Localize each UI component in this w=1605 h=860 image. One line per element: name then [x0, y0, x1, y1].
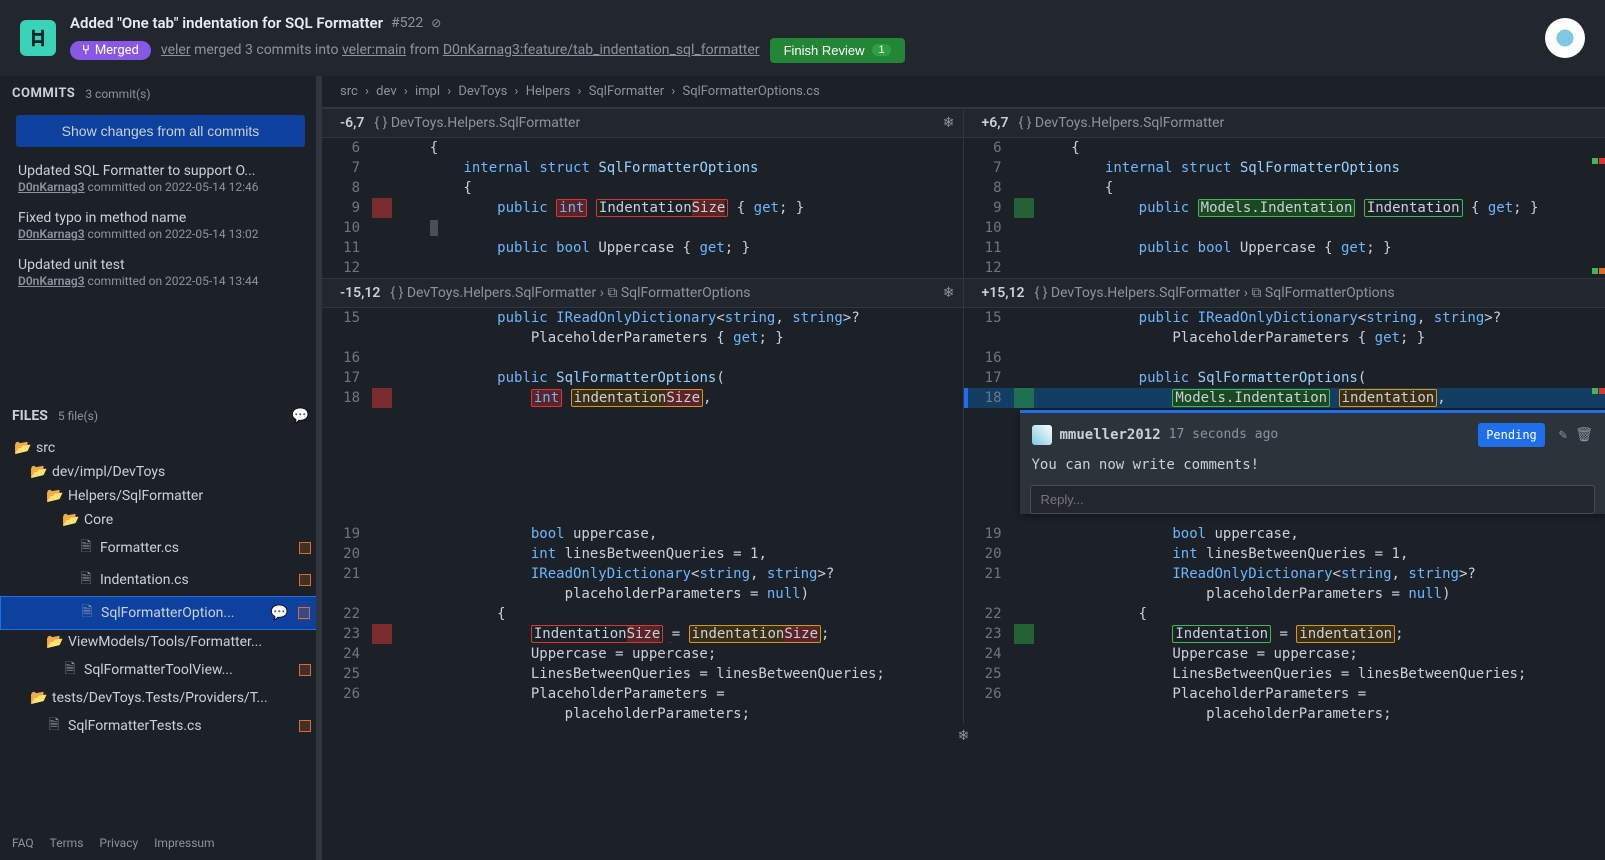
header-main: Added "One tab" indentation for SQL Form… — [70, 14, 1531, 63]
sidebar: COMMITS 3 commit(s) Show changes from al… — [0, 76, 322, 860]
breadcrumb-segment[interactable]: SqlFormatter — [589, 84, 664, 99]
footer-link[interactable]: Impressum — [154, 836, 214, 850]
resize-handle[interactable] — [316, 76, 322, 860]
edit-icon[interactable]: ✎ — [1559, 425, 1567, 445]
lock-icon: ⊘ — [431, 16, 441, 30]
fold-icon[interactable]: ❄ — [322, 724, 1605, 748]
breadcrumb: src › dev › impl › DevToys › Helpers › S… — [322, 76, 1605, 108]
breadcrumb-segment[interactable]: src — [340, 84, 358, 99]
diff-right-pane[interactable]: 6 { 7 internal struct SqlFormatterOption… — [964, 138, 1605, 278]
comment-thread: mmueller2012 17 seconds ago Pending ✎🗑 Y… — [1020, 410, 1605, 514]
finish-review-button[interactable]: Finish Review1 — [770, 38, 905, 63]
footer-link[interactable]: FAQ — [12, 836, 34, 850]
app-logo — [20, 20, 56, 56]
author-link[interactable]: veler — [161, 42, 191, 58]
commit-item[interactable]: Updated unit testD0nKarnag3 committed on… — [0, 251, 321, 298]
pr-title: Added "One tab" indentation for SQL Form… — [70, 14, 383, 32]
target-ref[interactable]: veler:main — [342, 42, 406, 58]
pending-badge: Pending — [1478, 423, 1545, 447]
tree-row[interactable]: 🗎Formatter.cs — [0, 532, 321, 564]
footer-link[interactable]: Terms — [50, 836, 84, 850]
header: Added "One tab" indentation for SQL Form… — [0, 0, 1605, 76]
hunk-header-right: +6,7 { } DevToys.Helpers.SqlFormatter — [964, 109, 1605, 137]
diff-left-pane[interactable]: 6 { 7 internal struct SqlFormatterOption… — [322, 138, 964, 278]
tree-row[interactable]: 📂tests/DevToys.Tests/Providers/T... — [0, 686, 321, 710]
show-all-commits-button[interactable]: Show changes from all commits — [16, 115, 305, 147]
tree-row[interactable]: 🗎Indentation.cs — [0, 564, 321, 596]
user-avatar[interactable] — [1545, 18, 1585, 58]
merge-description: veler merged 3 commits into veler:main f… — [161, 42, 760, 58]
diff-viewer[interactable]: -6,7 { } DevToys.Helpers.SqlFormatter ❄ … — [322, 108, 1605, 860]
fold-icon[interactable]: ❄ — [943, 115, 955, 131]
breadcrumb-segment[interactable]: impl — [415, 84, 440, 99]
footer-links: FAQ Terms Privacy Impressum — [0, 826, 321, 860]
breadcrumb-segment[interactable]: SqlFormatterOptions.cs — [682, 84, 819, 99]
footer-link[interactable]: Privacy — [99, 836, 138, 850]
tree-row[interactable]: 🗎SqlFormatterTests.cs — [0, 710, 321, 742]
merge-icon — [82, 43, 90, 58]
tree-row[interactable]: 📂Core — [0, 508, 321, 532]
breadcrumb-segment[interactable]: DevToys — [458, 84, 507, 99]
pr-number: #522 — [391, 15, 423, 31]
tree-row[interactable]: 📂src — [0, 436, 321, 460]
merged-badge: Merged — [70, 41, 151, 60]
breadcrumb-segment[interactable]: Helpers — [526, 84, 571, 99]
hunk-header-left: -6,7 { } DevToys.Helpers.SqlFormatter ❄ — [322, 109, 964, 137]
commit-item[interactable]: Updated SQL Formatter to support O...D0n… — [0, 157, 321, 204]
tree-row[interactable]: 🗎SqlFormatterToolView... — [0, 654, 321, 686]
commenter-avatar — [1032, 425, 1052, 445]
main-content: src › dev › impl › DevToys › Helpers › S… — [322, 76, 1605, 860]
tree-row[interactable]: 🗎SqlFormatterOption...💬 — [0, 596, 321, 630]
tree-row[interactable]: 📂dev/impl/DevToys — [0, 460, 321, 484]
breadcrumb-segment[interactable]: dev — [376, 84, 396, 99]
hunk2-header-right: +15,12 { } DevToys.Helpers.SqlFormatter … — [964, 279, 1605, 307]
source-ref[interactable]: D0nKarnag3:feature/tab_indentation_sql_f… — [443, 42, 760, 58]
hunk2-header-left: -15,12 { } DevToys.Helpers.SqlFormatter … — [322, 279, 964, 307]
files-header: FILES 5 file(s) 💬 — [0, 398, 321, 434]
comments-toggle-icon[interactable]: 💬 — [292, 408, 309, 424]
reply-input[interactable] — [1030, 485, 1596, 514]
minimap[interactable] — [1591, 108, 1605, 860]
commit-item[interactable]: Fixed typo in method nameD0nKarnag3 comm… — [0, 204, 321, 251]
fold-icon[interactable]: ❄ — [943, 285, 955, 301]
comment-author[interactable]: mmueller2012 — [1060, 425, 1161, 445]
tree-row[interactable]: 📂Helpers/SqlFormatter — [0, 484, 321, 508]
tree-row[interactable]: 📂ViewModels/Tools/Formatter... — [0, 630, 321, 654]
comment-body: You can now write comments! — [1020, 451, 1605, 485]
commits-header: COMMITS 3 commit(s) — [0, 76, 321, 111]
comment-time: 17 seconds ago — [1169, 425, 1279, 445]
